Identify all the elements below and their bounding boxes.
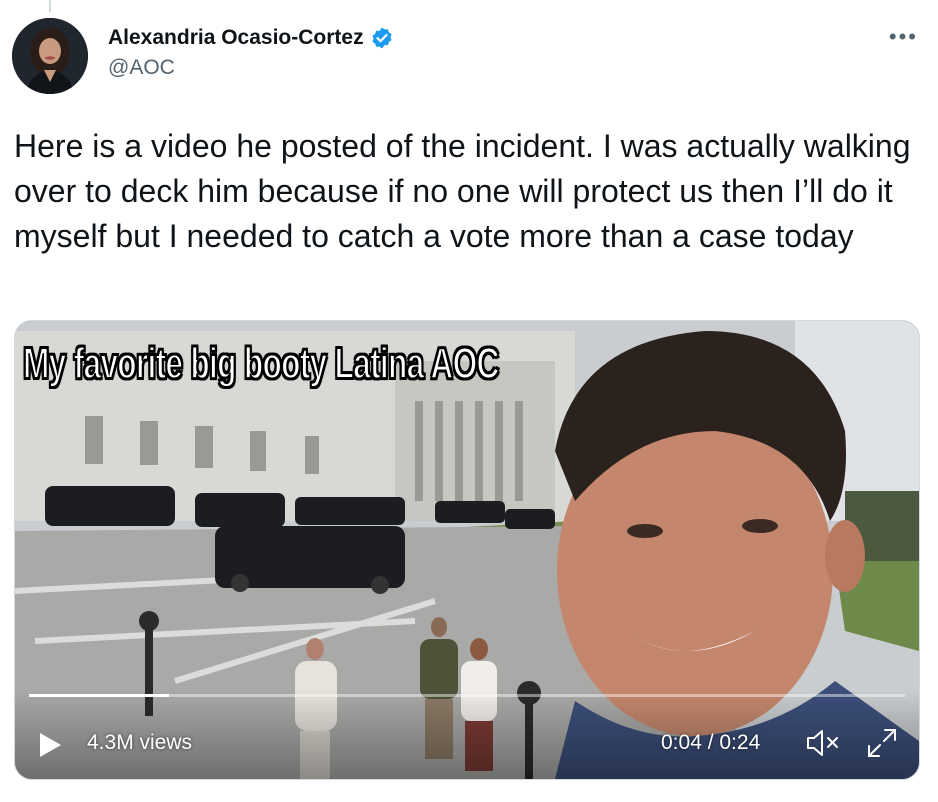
video-time: 0:04 / 0:24: [661, 731, 761, 754]
handle[interactable]: @AOC: [108, 56, 394, 80]
tweet-text: Here is a video he posted of the inciden…: [14, 128, 911, 254]
video-progress-fill: [29, 694, 170, 697]
more-options-icon[interactable]: •••: [889, 24, 918, 50]
avatar-image: [12, 18, 88, 94]
video-overlay-caption: My favorite big booty Latina AOC: [22, 338, 500, 389]
mute-icon[interactable]: [805, 727, 841, 759]
verified-badge-icon: [370, 26, 394, 50]
video-player[interactable]: My favorite big booty Latina AOC 4.3M vi…: [14, 320, 920, 780]
thread-line: [49, 0, 51, 12]
view-count: 4.3M views: [87, 731, 193, 754]
author-block: Alexandria Ocasio-Cortez @AOC: [108, 26, 394, 80]
display-name[interactable]: Alexandria Ocasio-Cortez: [108, 26, 364, 50]
avatar[interactable]: [12, 18, 88, 94]
video-progress-bar[interactable]: [29, 694, 905, 697]
name-row: Alexandria Ocasio-Cortez: [108, 26, 394, 50]
fullscreen-icon[interactable]: [865, 726, 899, 760]
play-icon[interactable]: [37, 731, 63, 759]
